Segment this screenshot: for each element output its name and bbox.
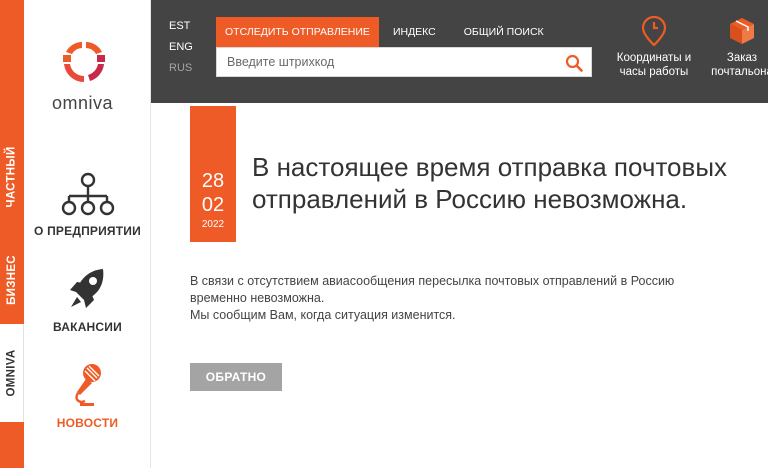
microphone-icon — [74, 364, 101, 406]
org-chart-icon — [61, 172, 114, 216]
back-button[interactable]: ОБРАТНО — [190, 363, 282, 391]
sidebar-item-vacancies[interactable]: ВАКАНСИИ — [24, 266, 151, 334]
locations-hours-button[interactable]: Координаты и часы работы — [614, 15, 694, 79]
date-day: 28 — [201, 170, 225, 192]
lang-est[interactable]: EST — [169, 20, 193, 32]
barcode-input[interactable] — [217, 48, 557, 76]
header-tabs: ОТСЛЕДИТЬ ОТПРАВЛЕНИЕ ИНДЕКС ОБЩИЙ ПОИСК — [216, 17, 558, 47]
barcode-search — [216, 47, 592, 77]
tab-omniva[interactable]: OMNIVA — [0, 324, 24, 422]
sidebar-item-news-label: НОВОСТИ — [56, 416, 119, 430]
vertical-tab-strip: ЧАСТНЫЙ БИЗНЕС OMNIVA — [0, 0, 24, 468]
sidebar-item-news[interactable]: НОВОСТИ — [24, 362, 151, 430]
top-header: EST ENG RUS ОТСЛЕДИТЬ ОТПРАВЛЕНИЕ ИНДЕКС… — [151, 0, 768, 103]
date-month: 02 — [201, 194, 225, 216]
body-line-3: Мы сообщим Вам, когда ситуация изменится… — [190, 308, 456, 322]
location-clock-icon — [641, 15, 667, 47]
date-badge: 28 02 2022 — [190, 106, 236, 242]
date-year: 2022 — [201, 219, 225, 230]
tab-omniva-label: OMNIVA — [5, 349, 18, 397]
tab-track-shipment[interactable]: ОТСЛЕДИТЬ ОТПРАВЛЕНИЕ — [216, 17, 379, 47]
locations-hours-label-2: часы работы — [619, 66, 689, 78]
body-line-1: В связи с отсутствием авиасообщения пере… — [190, 274, 675, 288]
language-switcher: EST ENG RUS — [169, 20, 193, 83]
sidebar: omniva О ПРЕДПРИЯТИИ ВАКАНСИИ НОВОСТИ — [24, 0, 151, 468]
search-icon[interactable] — [565, 54, 583, 72]
lang-eng[interactable]: ENG — [169, 41, 193, 53]
order-courier-label-2: почтальона — [711, 66, 768, 78]
sidebar-item-vacancies-label: ВАКАНСИИ — [53, 320, 122, 334]
parcel-box-icon — [730, 18, 754, 44]
rocket-icon — [69, 269, 103, 308]
tab-general-search[interactable]: ОБЩИЙ ПОИСК — [450, 17, 558, 47]
tab-private-label: ЧАСТНЫЙ — [6, 146, 19, 208]
sidebar-item-about[interactable]: О ПРЕДПРИЯТИИ — [24, 172, 151, 238]
logo[interactable]: omniva — [52, 38, 132, 114]
body-line-2: временно невозможна. — [190, 291, 325, 305]
article-body: В связи с отсутствием авиасообщения пере… — [190, 273, 750, 324]
page-title: В настоящее время отправка почтовых отпр… — [252, 152, 728, 214]
tab-private[interactable]: ЧАСТНЫЙ — [0, 118, 24, 236]
logo-text: omniva — [52, 93, 114, 113]
order-courier-button[interactable]: Заказ почтальона — [707, 16, 768, 79]
lang-rus[interactable]: RUS — [169, 62, 193, 74]
omniva-logo-icon — [63, 42, 105, 83]
sidebar-item-about-label: О ПРЕДПРИЯТИИ — [34, 224, 141, 238]
tab-business-label: БИЗНЕС — [6, 255, 19, 305]
tab-business[interactable]: БИЗНЕС — [0, 236, 24, 324]
tab-index[interactable]: ИНДЕКС — [379, 17, 450, 47]
locations-hours-label-1: Координаты и — [616, 52, 692, 64]
order-courier-label-1: Заказ — [726, 52, 758, 64]
